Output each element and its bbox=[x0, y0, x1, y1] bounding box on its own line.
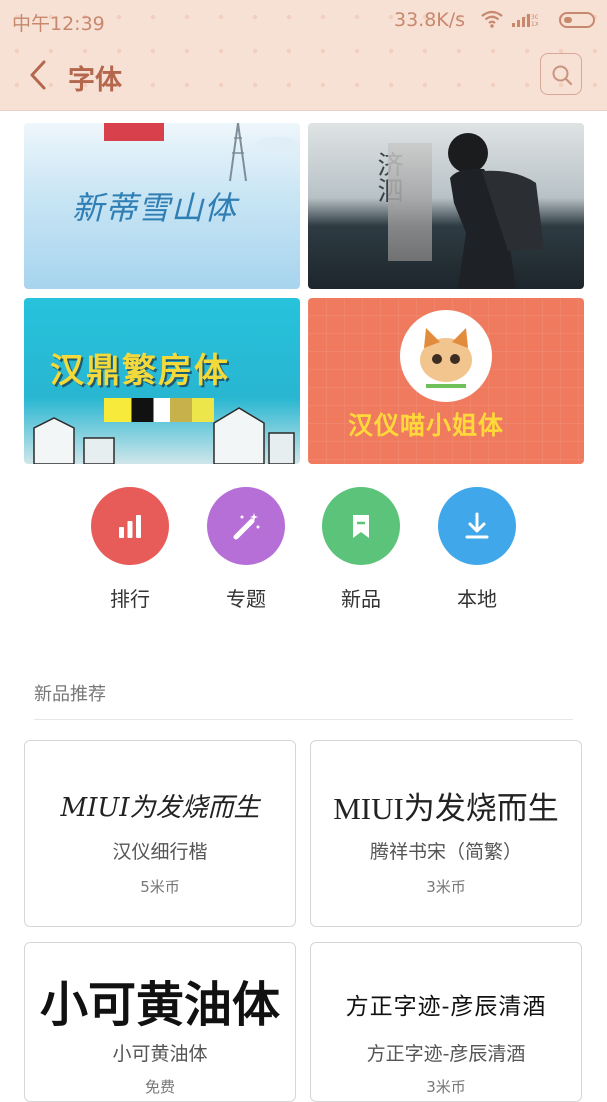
download-icon bbox=[465, 512, 489, 539]
category-ranking[interactable]: 排行 bbox=[90, 487, 170, 612]
category-label: 新品 bbox=[341, 587, 381, 611]
font-price: 3米币 bbox=[426, 878, 466, 896]
font-price: 3米币 bbox=[426, 1078, 466, 1096]
section-divider bbox=[34, 719, 573, 720]
cat-illustration bbox=[400, 310, 492, 402]
font-card[interactable]: MIUI为发烧而生 腾祥书宋（简繁） 3米币 bbox=[310, 740, 582, 927]
banner-han-ding[interactable]: 汉鼎繁房体 bbox=[24, 298, 300, 464]
local-circle bbox=[438, 487, 516, 565]
signal-icon: 3G 1X bbox=[512, 14, 538, 28]
banner-text: 汉仪喵小姐体 bbox=[348, 411, 505, 440]
font-preview: 方正字迹-彦辰清酒 bbox=[345, 994, 547, 1020]
category-label: 本地 bbox=[457, 587, 497, 611]
category-new[interactable]: 新品 bbox=[321, 487, 401, 612]
banner-text: 汉鼎繁房体 bbox=[50, 351, 230, 391]
ranking-circle bbox=[91, 487, 169, 565]
banner-han-yi-miao[interactable]: 汉仪喵小姐体 bbox=[308, 298, 584, 464]
page-title: 字体 bbox=[68, 65, 122, 96]
banner-xindi-xueshan[interactable]: 新蒂雪山体 bbox=[24, 123, 300, 289]
font-name: 汉仪细行楷 bbox=[112, 841, 208, 863]
font-name: 方正字迹-彦辰清酒 bbox=[366, 1043, 526, 1065]
battery-icon bbox=[559, 12, 595, 28]
hiker-silhouette bbox=[448, 133, 544, 289]
font-card[interactable]: 小可黄油体 小可黄油体 免费 bbox=[24, 942, 296, 1102]
category-local[interactable]: 本地 bbox=[437, 487, 517, 612]
svg-text:1X: 1X bbox=[531, 21, 538, 28]
back-icon[interactable] bbox=[24, 58, 52, 92]
top-bar: 中午12:39 33.8K/s 3G 1X 字体 bbox=[0, 0, 607, 111]
font-price: 5米币 bbox=[140, 878, 180, 896]
banner-text: 新蒂雪山体 bbox=[72, 189, 238, 227]
bar-chart-icon bbox=[119, 515, 141, 538]
tower-decoration bbox=[229, 123, 300, 182]
app-header: 字体 bbox=[0, 44, 607, 108]
section-title: 新品推荐 bbox=[34, 684, 106, 705]
font-preview: MIUI为发烧而生 bbox=[333, 791, 559, 826]
new-circle bbox=[322, 487, 400, 565]
bookmark-icon bbox=[353, 515, 369, 538]
svg-text:3G: 3G bbox=[531, 14, 538, 21]
banner-ji-si[interactable]: 济泗 bbox=[308, 123, 584, 289]
topics-circle bbox=[207, 487, 285, 565]
font-name: 腾祥书宋（简繁） bbox=[369, 841, 522, 863]
font-preview: MIUI为发烧而生 bbox=[60, 793, 260, 823]
font-price: 免费 bbox=[144, 1078, 175, 1096]
status-time: 中午12:39 bbox=[12, 13, 105, 35]
network-speed: 33.8K/s bbox=[394, 9, 466, 31]
font-card[interactable]: MIUI为发烧而生 汉仪细行楷 5米币 bbox=[24, 740, 296, 927]
city-illustration bbox=[33, 407, 295, 464]
magic-wand-icon bbox=[233, 513, 260, 540]
search-button[interactable] bbox=[540, 53, 582, 95]
category-topics[interactable]: 专题 bbox=[206, 487, 286, 612]
mosaic-block bbox=[388, 143, 432, 261]
category-label: 专题 bbox=[226, 587, 266, 611]
status-bar: 中午12:39 33.8K/s 3G 1X bbox=[0, 0, 607, 40]
wifi-icon bbox=[481, 10, 503, 28]
font-preview: 小可黄油体 bbox=[39, 977, 280, 1033]
category-label: 排行 bbox=[110, 587, 150, 611]
banner-decoration bbox=[104, 123, 164, 141]
font-name: 小可黄油体 bbox=[112, 1043, 208, 1065]
font-card[interactable]: 方正字迹-彦辰清酒 方正字迹-彦辰清酒 3米币 bbox=[310, 942, 582, 1102]
search-icon bbox=[552, 65, 573, 86]
